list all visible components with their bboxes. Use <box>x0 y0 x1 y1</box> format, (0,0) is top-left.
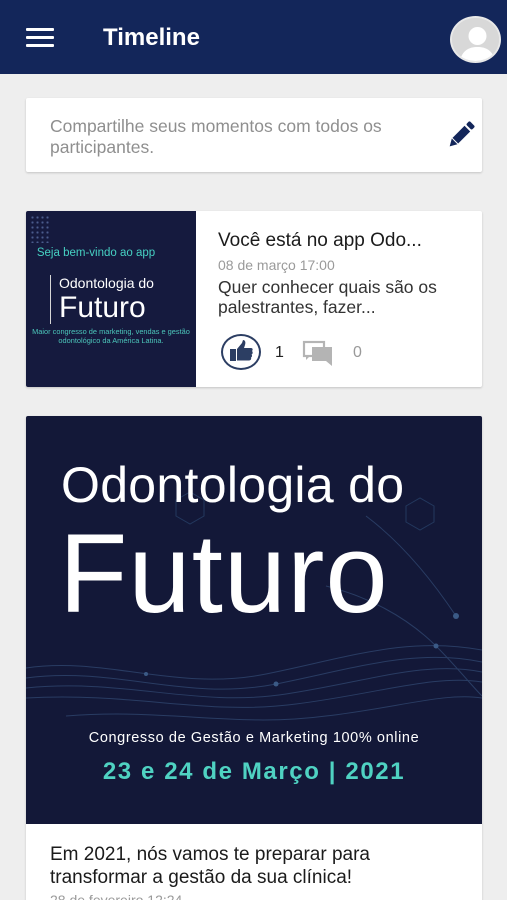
thumbnail-caption: Maior congresso de marketing, vendas e g… <box>32 327 190 345</box>
thumbnail-brand: Odontologia do Futuro <box>50 275 188 324</box>
banner-title-line2: Futuro <box>59 511 389 636</box>
featured-post-date: 28 de fevereiro 12:24 <box>50 892 183 900</box>
like-count: 1 <box>275 344 284 361</box>
banner-subtitle: Congresso de Gestão e Marketing 100% onl… <box>88 730 420 746</box>
post-card[interactable]: Seja bem-vindo ao app Odontologia do Fut… <box>26 211 482 387</box>
featured-post-title[interactable]: Em 2021, nós vamos te preparar para tran… <box>50 843 450 889</box>
thumbnail-welcome-text: Seja bem-vindo ao app <box>36 247 156 259</box>
dot-pattern-decoration <box>30 215 50 243</box>
post-title[interactable]: Você está no app Odo... <box>218 230 468 252</box>
composer-placeholder[interactable]: Compartilhe seus momentos com todos os p… <box>50 116 420 158</box>
thumbnail-brand-line1: Odontologia do <box>59 275 154 291</box>
user-avatar-icon[interactable] <box>450 16 501 63</box>
comment-icon[interactable] <box>302 338 336 366</box>
like-button[interactable] <box>221 334 261 370</box>
post-excerpt: Quer conhecer quais são os palestrantes,… <box>218 277 437 317</box>
app-bar: Timeline <box>0 0 507 74</box>
share-moment-composer[interactable]: Compartilhe seus momentos com todos os p… <box>26 98 482 172</box>
featured-post-card[interactable]: Odontologia do Futuro Congresso de Gestã… <box>26 416 482 900</box>
post-date: 08 de março 17:00 <box>218 257 335 273</box>
pencil-icon[interactable] <box>442 116 480 154</box>
thumbs-up-icon <box>230 340 253 361</box>
banner-title-line1: Odontologia do <box>61 457 405 513</box>
thumbnail-brand-line2: Futuro <box>59 291 146 324</box>
banner-dates: 23 e 24 de Março | 2021 <box>102 758 406 785</box>
page-title: Timeline <box>103 24 200 51</box>
comment-count: 0 <box>353 344 362 361</box>
post-thumbnail: Seja bem-vindo ao app Odontologia do Fut… <box>26 211 196 387</box>
featured-banner-image: Odontologia do Futuro Congresso de Gestã… <box>26 416 482 824</box>
hamburger-menu-icon[interactable] <box>26 28 54 48</box>
